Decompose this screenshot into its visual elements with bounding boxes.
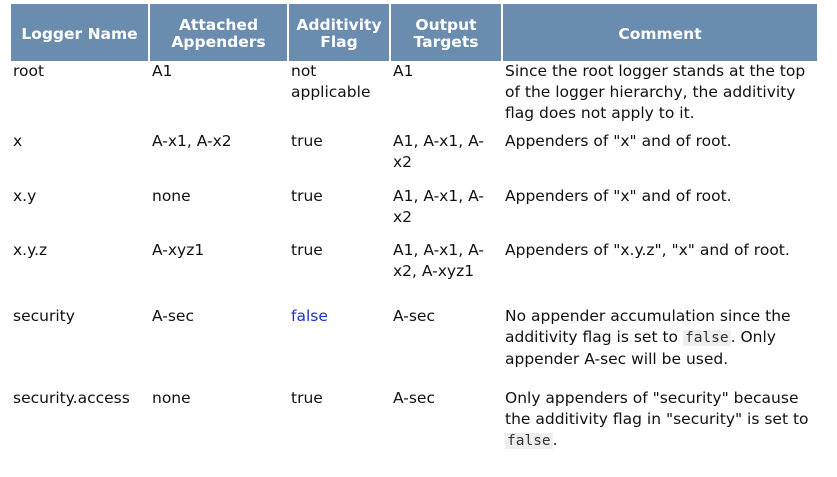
header-attached-appenders: Attached Appenders (150, 4, 287, 61)
flag-cell: true (291, 241, 323, 259)
header-row: Logger Name Attached Appenders Additivit… (11, 4, 817, 61)
appenders-cell: none (152, 187, 191, 205)
flag-cell: true (291, 187, 323, 205)
targets-cell: A1, A-x1, A-x2 (393, 132, 484, 171)
logger-name-cell: security (13, 307, 75, 325)
flag-cell: not applicable (291, 62, 371, 101)
appenders-cell: none (152, 389, 191, 407)
logger-name-cell: x (13, 132, 23, 150)
appenders-cell: A-sec (152, 307, 194, 325)
header-additivity-flag: Additivity Flag (289, 4, 389, 61)
appenders-cell: A-xyz1 (152, 241, 205, 259)
flag-cell-false: false (291, 307, 328, 325)
comment-cell: Appenders of "x" and of root. (505, 132, 732, 150)
header-logger-name: Logger Name (11, 4, 148, 61)
logger-name-cell: security.access (13, 389, 130, 407)
flag-cell: true (291, 132, 323, 150)
table-row: x.y none true A1, A-x1, A-x2 Appenders o… (11, 186, 817, 240)
comment-cell: Since the root logger stands at the top … (505, 62, 806, 122)
comment-cell: Appenders of "x.y.z", "x" and of root. (505, 241, 790, 259)
comment-cell: Only appenders of "security" because the… (503, 388, 817, 460)
comment-text: . (552, 431, 558, 449)
appenders-cell: A1 (152, 62, 173, 80)
table-row: x.y.z A-xyz1 true A1, A-x1, A-x2, A-xyz1… (11, 240, 817, 306)
table-row: security.access none true A-sec Only app… (11, 388, 817, 460)
false-keyword: false (682, 330, 731, 346)
false-keyword: false (505, 433, 553, 449)
targets-cell: A1, A-x1, A-x2 (393, 187, 484, 226)
logger-additivity-table: Logger Name Attached Appenders Additivit… (9, 4, 819, 460)
header-comment: Comment (503, 4, 817, 61)
table-row: root A1 not applicable A1 Since the root… (11, 61, 817, 131)
header-output-targets: Output Targets (391, 4, 501, 61)
targets-cell: A-sec (393, 389, 435, 407)
comment-cell: No appender accumulation since the addit… (503, 306, 817, 388)
appenders-cell: A-x1, A-x2 (152, 132, 232, 150)
logger-name-cell: root (13, 62, 45, 80)
targets-cell: A1, A-x1, A-x2, A-xyz1 (393, 241, 484, 280)
table-row: x A-x1, A-x2 true A1, A-x1, A-x2 Appende… (11, 131, 817, 186)
logger-name-cell: x.y.z (13, 241, 48, 259)
targets-cell: A1 (393, 62, 414, 80)
table-row: security A-sec false A-sec No appender a… (11, 306, 817, 388)
comment-text: Only appenders of "security" because the… (505, 389, 809, 428)
targets-cell: A-sec (393, 307, 435, 325)
logger-name-cell: x.y (13, 187, 37, 205)
flag-cell: true (291, 389, 323, 407)
comment-cell: Appenders of "x" and of root. (505, 187, 732, 205)
